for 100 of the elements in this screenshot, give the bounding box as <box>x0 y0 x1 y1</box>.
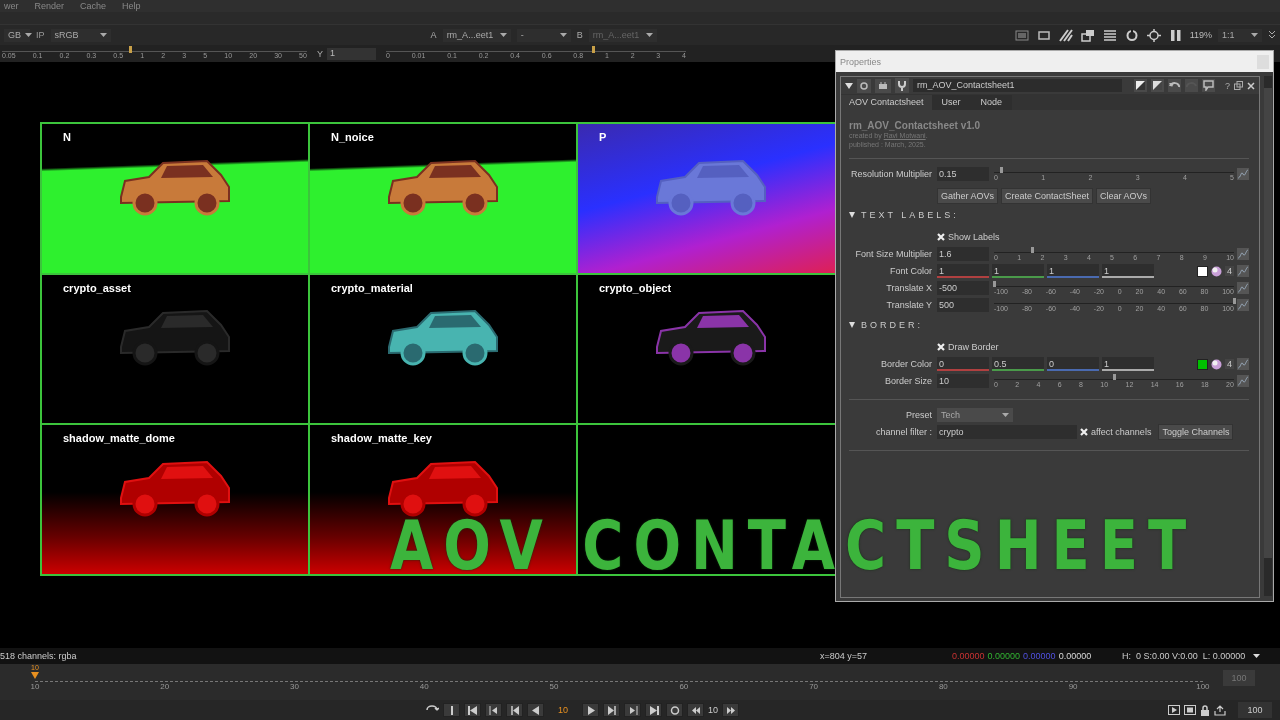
checker-icon[interactable] <box>1134 79 1147 92</box>
dropdown[interactable]: Tech <box>937 408 1013 422</box>
color-swatch[interactable] <box>1197 265 1208 277</box>
action-button[interactable]: Gather AOVs <box>937 188 999 204</box>
circle-icon[interactable] <box>857 78 871 93</box>
number-field[interactable]: 0 <box>1047 357 1099 371</box>
slider-handle[interactable] <box>1031 246 1035 253</box>
list-icon[interactable] <box>1102 28 1117 42</box>
zoom-level[interactable]: 119% <box>1189 30 1212 40</box>
check-mark-icon[interactable] <box>1080 428 1088 436</box>
color-swatch[interactable] <box>1197 358 1208 370</box>
number-field[interactable]: 0.15 <box>937 167 989 181</box>
monitor-icon[interactable] <box>1168 705 1180 715</box>
action-button[interactable]: Toggle Channels <box>1158 424 1234 440</box>
checkbox[interactable]: affect channels <box>1080 427 1152 437</box>
first-frame-button[interactable] <box>464 703 481 717</box>
color-wheel-icon[interactable] <box>1211 265 1222 277</box>
text-field[interactable]: crypto <box>937 425 1077 439</box>
ruler-handle[interactable] <box>129 46 133 53</box>
stripes-icon[interactable] <box>1058 28 1073 42</box>
step-field[interactable]: 10 <box>708 705 718 715</box>
number-field[interactable]: 1.6 <box>937 247 989 261</box>
number-field[interactable]: 1 <box>1102 357 1154 371</box>
section-toggle-icon[interactable] <box>849 322 855 328</box>
tick-label: 10 <box>29 682 41 691</box>
number-field[interactable]: 1 <box>1047 264 1099 278</box>
last-frame-button[interactable] <box>645 703 662 717</box>
channel-count[interactable]: 4 <box>1225 359 1234 369</box>
frame-icon[interactable] <box>1014 28 1029 42</box>
stop-icon[interactable] <box>1184 705 1196 715</box>
dropdown[interactable]: 1:1 <box>1218 28 1262 42</box>
action-button[interactable]: Create ContactSheet <box>1001 188 1094 204</box>
number-field[interactable]: 1 <box>1102 264 1154 278</box>
play-icon <box>585 705 596 715</box>
step-forward-button[interactable] <box>722 703 739 717</box>
rectangle-icon[interactable] <box>1036 28 1051 42</box>
next-keyframe-button[interactable] <box>624 703 641 717</box>
wrench-icon[interactable] <box>895 78 909 93</box>
pause-icon[interactable] <box>1168 28 1183 42</box>
slider-handle[interactable] <box>993 280 996 287</box>
step-back-button[interactable] <box>687 703 704 717</box>
frame-field[interactable]: 100 <box>1238 702 1272 718</box>
tab[interactable]: User <box>931 95 971 110</box>
play-backward-button[interactable] <box>527 703 544 717</box>
number-field[interactable]: 0.5 <box>992 357 1044 371</box>
caret-icon <box>1251 33 1258 37</box>
color-wheel-icon[interactable] <box>1211 358 1222 370</box>
next-frame-button[interactable] <box>603 703 620 717</box>
out-point-button[interactable] <box>666 703 683 717</box>
tick-label: 20 <box>159 682 171 691</box>
number-field[interactable]: -500 <box>937 281 989 295</box>
current-frame[interactable]: 10 <box>548 705 578 715</box>
play-button[interactable] <box>582 703 599 717</box>
number-field[interactable]: 1 <box>937 264 989 278</box>
knob-label: Font Size Multiplier <box>854 249 932 259</box>
close-icon[interactable] <box>1247 81 1255 90</box>
caret-icon[interactable] <box>1253 654 1261 658</box>
checker-icon[interactable] <box>1151 79 1164 92</box>
menu-item[interactable]: wer <box>4 1 19 11</box>
node-name-field[interactable]: rm_AOV_Contactsheet1 <box>913 79 1122 92</box>
check-mark-icon[interactable] <box>937 343 945 351</box>
slider-handle[interactable] <box>1113 373 1116 380</box>
number-field[interactable]: 0 <box>937 357 989 371</box>
action-button[interactable]: Clear AOVs <box>1096 188 1152 204</box>
previous-keyframe-button[interactable] <box>485 703 502 717</box>
slider-handle[interactable] <box>1000 166 1004 173</box>
tab[interactable]: AOV Contactsheet <box>841 95 932 110</box>
checkbox[interactable]: Draw Border <box>937 342 999 352</box>
section-toggle-icon[interactable] <box>849 212 855 218</box>
previous-frame-button[interactable] <box>506 703 523 717</box>
ip-button[interactable]: IP <box>36 30 45 40</box>
pixel-value: 0.00000 <box>952 651 985 661</box>
help-button[interactable]: ? <box>1225 80 1230 91</box>
lock-icon[interactable] <box>1200 704 1210 716</box>
ruler-handle[interactable] <box>592 46 595 53</box>
dropdown[interactable]: - <box>516 28 571 42</box>
chevron-icon[interactable] <box>1268 30 1276 40</box>
in-point-button[interactable] <box>443 703 460 717</box>
check-mark-icon[interactable] <box>937 233 945 241</box>
checkbox[interactable]: Show Labels <box>937 232 1000 242</box>
refresh-icon[interactable] <box>1124 28 1139 42</box>
export-icon[interactable] <box>1214 704 1226 716</box>
menu-item[interactable]: Cache <box>80 1 107 11</box>
number-field[interactable]: 500 <box>937 298 989 312</box>
number-field[interactable]: 1 <box>327 47 376 60</box>
overlap-icon[interactable] <box>1080 28 1095 42</box>
menu-item[interactable]: Help <box>122 1 141 11</box>
slider-handle[interactable] <box>1233 297 1236 304</box>
channel-count[interactable]: 4 <box>1225 266 1234 276</box>
collapse-icon[interactable] <box>845 82 853 89</box>
tab[interactable]: Node <box>970 95 1013 110</box>
number-field[interactable]: 1 <box>992 264 1044 278</box>
dropdown[interactable]: sRGB <box>50 28 111 42</box>
dropdown[interactable]: rm_A...eet1 <box>442 28 511 42</box>
number-field[interactable]: 10 <box>937 374 989 388</box>
undo-icon[interactable] <box>1168 79 1181 92</box>
menu-item[interactable]: Render <box>34 1 65 11</box>
dropdown[interactable]: GB <box>4 28 30 42</box>
node-icon[interactable] <box>875 78 891 93</box>
float-icon[interactable] <box>1234 81 1243 90</box>
